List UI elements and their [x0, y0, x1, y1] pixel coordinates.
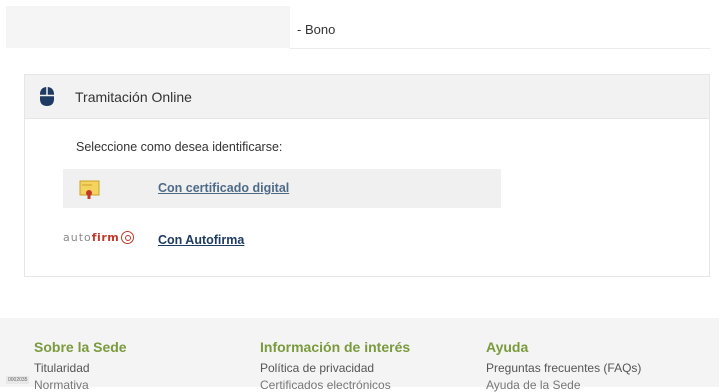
identify-prompt: Seleccione como desea identificarse:	[76, 140, 283, 154]
top-band: - Bono	[0, 0, 719, 48]
tramitacion-panel: Tramitación Online Seleccione como desea…	[24, 74, 710, 277]
top-left-block	[6, 6, 290, 48]
autofirma-logo-auto: auto	[63, 231, 92, 244]
bono-text: - Bono	[297, 22, 336, 37]
footer-link-titularidad[interactable]: Titularidad	[34, 361, 127, 375]
footer-title-info: Información de interés	[260, 339, 411, 355]
panel-header: Tramitación Online	[25, 75, 709, 119]
top-divider	[290, 48, 710, 49]
footer-link-privacidad[interactable]: Política de privacidad	[260, 361, 410, 375]
footer-link-ayuda-sede[interactable]: Ayuda de la Sede	[486, 378, 641, 392]
footer-title-sede: Sobre la Sede	[34, 339, 127, 355]
footer-col-info: Información de interés Política de priva…	[260, 339, 410, 392]
footer-col-sede: Sobre la Sede Titularidad Normativa	[34, 339, 127, 392]
option-autofirma[interactable]: autofirm Con Autofirma	[63, 225, 501, 255]
certificado-digital-link[interactable]: Con certificado digital	[158, 181, 289, 195]
certificate-icon	[79, 178, 101, 200]
autofirma-circle-icon	[121, 231, 135, 244]
footer: Sobre la Sede Titularidad Normativa Info…	[0, 318, 719, 392]
footer-badge: 0002035	[6, 376, 30, 384]
option-certificado[interactable]: Con certificado digital	[63, 169, 501, 208]
footer-link-faqs[interactable]: Preguntas frecuentes (FAQs)	[486, 361, 641, 375]
mouse-icon	[39, 86, 55, 107]
footer-title-ayuda: Ayuda	[486, 339, 529, 355]
footer-link-normativa[interactable]: Normativa	[34, 378, 127, 392]
footer-col-ayuda: Ayuda Preguntas frecuentes (FAQs) Ayuda …	[486, 339, 641, 392]
footer-link-certificados[interactable]: Certificados electrónicos	[260, 378, 410, 392]
autofirma-logo-firm: firm	[91, 231, 120, 244]
autofirma-logo: autofirm	[63, 231, 135, 244]
panel-title: Tramitación Online	[75, 89, 192, 105]
autofirma-link[interactable]: Con Autofirma	[158, 233, 244, 247]
